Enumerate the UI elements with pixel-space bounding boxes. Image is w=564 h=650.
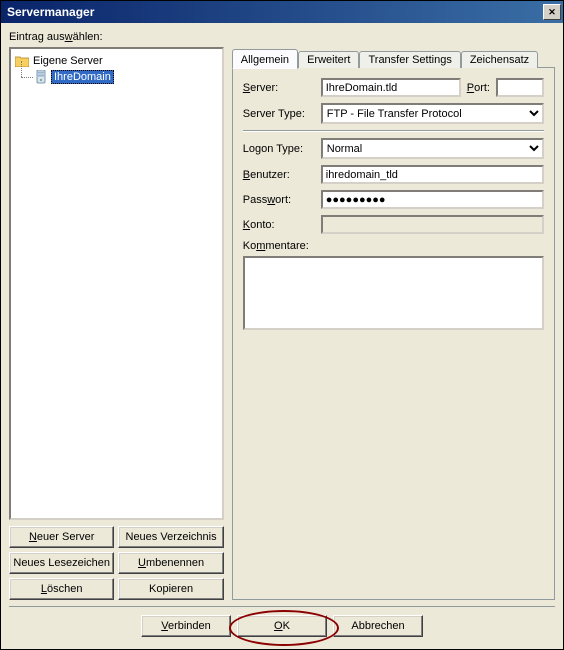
- account-input: [321, 215, 544, 234]
- divider: [243, 130, 544, 132]
- folder-icon: [15, 55, 29, 67]
- connect-button[interactable]: Verbinden: [141, 615, 231, 637]
- logon-type-select[interactable]: Normal: [321, 138, 544, 159]
- password-input[interactable]: [321, 190, 544, 209]
- password-label: Passwort:: [243, 194, 315, 206]
- close-icon[interactable]: ✕: [543, 4, 561, 20]
- user-input[interactable]: [321, 165, 544, 184]
- bottom-button-bar: Verbinden OK Abbrechen: [9, 606, 555, 641]
- new-bookmark-button[interactable]: Neues Lesezeichen: [9, 552, 114, 574]
- server-label: Server:: [243, 82, 315, 94]
- title-bar[interactable]: Servermanager ✕: [1, 1, 563, 23]
- logon-type-label: Logon Type:: [243, 143, 315, 155]
- right-pane: Allgemein Erweitert Transfer Settings Ze…: [232, 47, 555, 600]
- tree-item-label: IhreDomain: [51, 70, 114, 84]
- ok-highlight: OK: [237, 615, 327, 637]
- delete-button[interactable]: Löschen: [9, 578, 114, 600]
- tab-panel-general: Server: Port: Server Type: FTP - File Tr…: [232, 67, 555, 600]
- dialog-body: Eintrag auswählen: Eigene Server: [1, 23, 563, 649]
- tree-buttons: Neuer Server Neues Verzeichnis Neues Les…: [9, 526, 224, 600]
- tab-general[interactable]: Allgemein: [232, 49, 298, 69]
- server-type-select[interactable]: FTP - File Transfer Protocol: [321, 103, 544, 124]
- account-label: Konto:: [243, 219, 315, 231]
- tab-transfer-settings[interactable]: Transfer Settings: [359, 51, 460, 68]
- comments-textarea[interactable]: [243, 256, 544, 330]
- tab-advanced[interactable]: Erweitert: [298, 51, 359, 68]
- server-tree[interactable]: Eigene Server IhreDomain: [9, 47, 224, 520]
- select-entry-label: Eintrag auswählen:: [9, 31, 555, 43]
- server-icon: [35, 70, 47, 84]
- left-pane: Eigene Server IhreDomain Neuer Server Ne…: [9, 47, 224, 600]
- comments-label: Kommentare:: [243, 240, 544, 252]
- tree-item[interactable]: IhreDomain: [35, 69, 218, 85]
- copy-button[interactable]: Kopieren: [118, 578, 223, 600]
- tree-root[interactable]: Eigene Server: [15, 53, 218, 69]
- window-title: Servermanager: [7, 5, 94, 19]
- ok-button[interactable]: OK: [237, 615, 327, 637]
- new-server-button[interactable]: Neuer Server: [9, 526, 114, 548]
- cancel-button[interactable]: Abbrechen: [333, 615, 423, 637]
- tree-root-label: Eigene Server: [33, 55, 103, 67]
- rename-button[interactable]: Umbenennen: [118, 552, 223, 574]
- servermanager-window: Servermanager ✕ Eintrag auswählen: Eigen…: [0, 0, 564, 650]
- port-input[interactable]: [496, 78, 544, 97]
- tab-charset[interactable]: Zeichensatz: [461, 51, 538, 68]
- server-type-label: Server Type:: [243, 108, 315, 120]
- port-label: Port:: [467, 82, 490, 94]
- tab-strip: Allgemein Erweitert Transfer Settings Ze…: [232, 47, 555, 68]
- user-label: Benutzer:: [243, 169, 315, 181]
- new-directory-button[interactable]: Neues Verzeichnis: [118, 526, 223, 548]
- server-input[interactable]: [321, 78, 461, 97]
